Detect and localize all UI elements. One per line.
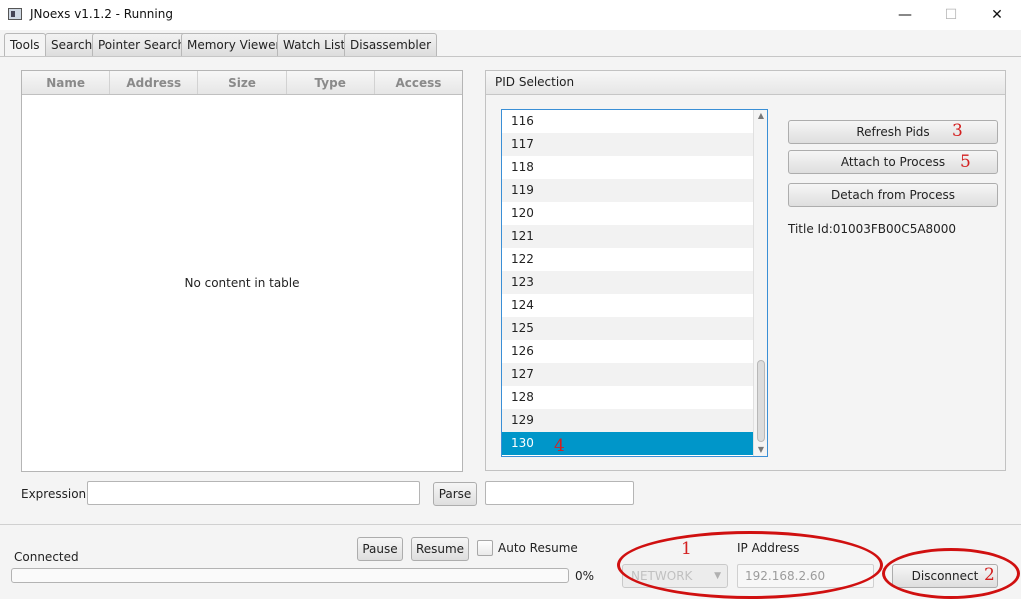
pid-list-scrollbar[interactable]: ▲ ▼ xyxy=(753,110,767,456)
pid-list-item[interactable]: 118 xyxy=(502,156,753,179)
minimize-icon[interactable]: — xyxy=(882,0,928,30)
tab-memory-viewer[interactable]: Memory Viewer xyxy=(181,33,287,57)
pid-list-item[interactable]: 116 xyxy=(502,110,753,133)
pid-list-item[interactable]: 128 xyxy=(502,386,753,409)
expression-result-field[interactable] xyxy=(485,481,634,505)
column-header-access[interactable]: Access xyxy=(375,71,462,94)
pid-list-item[interactable]: 129 xyxy=(502,409,753,432)
scroll-down-icon[interactable]: ▼ xyxy=(754,444,767,456)
column-header-size[interactable]: Size xyxy=(198,71,287,94)
expression-input[interactable] xyxy=(87,481,420,505)
auto-resume-label[interactable]: Auto Resume xyxy=(498,541,578,555)
table-header: Name Address Size Type Access xyxy=(22,71,462,95)
annotation-2: 2 xyxy=(984,565,995,585)
detach-from-process-button[interactable]: Detach from Process xyxy=(788,183,998,207)
pid-list-item[interactable]: 125 xyxy=(502,317,753,340)
column-header-address[interactable]: Address xyxy=(110,71,199,94)
pid-list-item[interactable]: 127 xyxy=(502,363,753,386)
pid-list-item[interactable]: 123 xyxy=(502,271,753,294)
title-bar: JNoexs v1.1.2 - Running — ☐ ✕ xyxy=(0,0,1021,30)
app-icon xyxy=(8,8,22,20)
pid-list-item[interactable]: 121 xyxy=(502,225,753,248)
annotation-5: 5 xyxy=(960,152,971,172)
pid-list-item[interactable]: 120 xyxy=(502,202,753,225)
tab-watch-list[interactable]: Watch List xyxy=(277,33,352,57)
resume-button[interactable]: Resume xyxy=(411,537,469,561)
ip-address-input[interactable]: 192.168.2.60 xyxy=(737,564,874,588)
parse-button[interactable]: Parse xyxy=(433,482,477,506)
pid-list-item-selected[interactable]: 130 xyxy=(502,432,753,455)
column-header-name[interactable]: Name xyxy=(22,71,111,94)
annotation-4: 4 xyxy=(554,436,565,456)
connection-type-select[interactable]: NETWORK ▼ xyxy=(622,564,728,588)
pid-list[interactable]: 116 117 118 119 120 121 122 123 124 125 … xyxy=(501,109,768,457)
annotation-1: 1 xyxy=(681,539,692,559)
pid-list-item[interactable]: 119 xyxy=(502,179,753,202)
window-title: JNoexs v1.1.2 - Running xyxy=(30,7,173,21)
pid-list-item[interactable]: 124 xyxy=(502,294,753,317)
connection-type-value: NETWORK xyxy=(631,569,693,583)
pid-list-item[interactable]: 122 xyxy=(502,248,753,271)
pid-selection-panel: PID Selection 116 117 118 119 120 121 12… xyxy=(485,70,1006,471)
annotation-3: 3 xyxy=(952,121,963,141)
pid-list-item[interactable]: 126 xyxy=(502,340,753,363)
maximize-icon[interactable]: ☐ xyxy=(928,0,974,30)
scrollbar-thumb[interactable] xyxy=(757,360,765,442)
pid-list-item[interactable]: 117 xyxy=(502,133,753,156)
close-icon[interactable]: ✕ xyxy=(974,0,1020,30)
auto-resume-checkbox[interactable] xyxy=(477,540,493,556)
tab-pointer-search[interactable]: Pointer Search xyxy=(92,33,192,57)
tab-search[interactable]: Search xyxy=(45,33,99,57)
tab-bar: Tools Search Pointer Search Memory Viewe… xyxy=(0,30,1021,57)
memory-table[interactable]: Name Address Size Type Access No content… xyxy=(21,70,463,472)
scroll-up-icon[interactable]: ▲ xyxy=(754,110,767,122)
chevron-down-icon: ▼ xyxy=(714,571,721,581)
progress-percent: 0% xyxy=(575,569,595,583)
expression-label: Expression: xyxy=(21,487,91,501)
pid-selection-title: PID Selection xyxy=(486,71,1005,95)
bottom-separator xyxy=(0,524,1021,525)
title-id-label: Title Id:01003FB00C5A8000 xyxy=(788,222,957,236)
progress-bar xyxy=(11,568,569,583)
pause-button[interactable]: Pause xyxy=(357,537,403,561)
refresh-pids-button[interactable]: Refresh Pids xyxy=(788,120,998,144)
tab-tools[interactable]: Tools xyxy=(4,33,46,57)
disconnect-button[interactable]: Disconnect xyxy=(892,564,998,588)
ip-address-label: IP Address xyxy=(737,541,800,555)
connection-status: Connected xyxy=(14,550,79,564)
table-empty-message: No content in table xyxy=(184,276,300,290)
tab-divider xyxy=(0,56,1021,57)
column-header-type[interactable]: Type xyxy=(287,71,375,94)
tab-disassembler[interactable]: Disassembler xyxy=(344,33,438,57)
